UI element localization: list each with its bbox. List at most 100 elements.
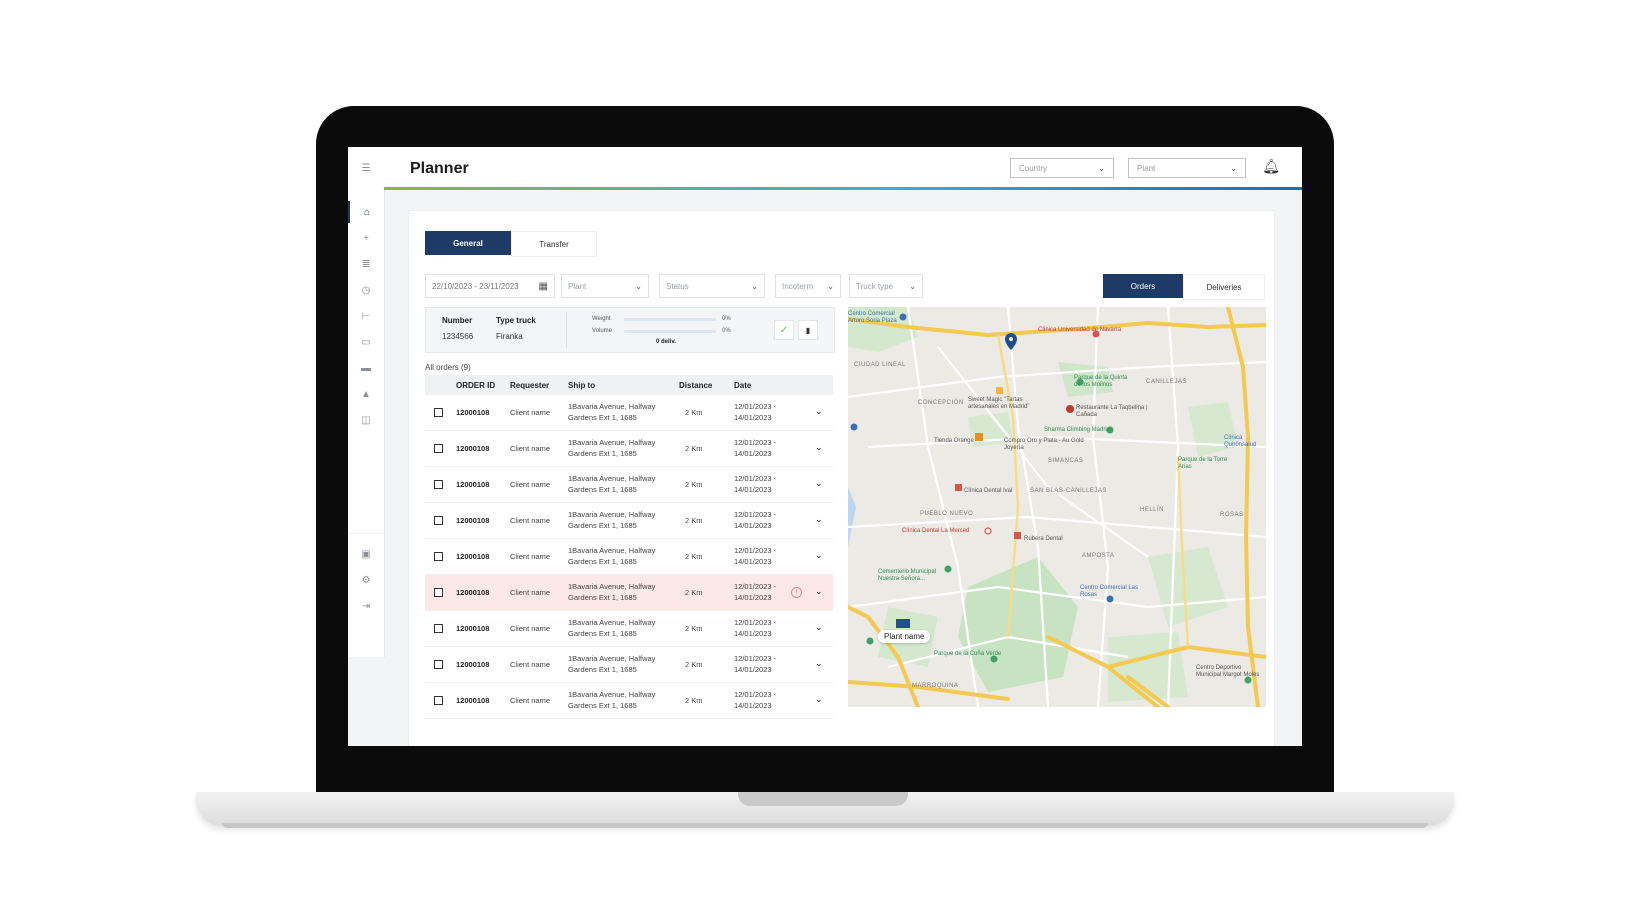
document-icon[interactable]: ▭ <box>348 331 384 353</box>
date-cell: 12/01/2023 - 14/01/2023 <box>734 654 777 674</box>
plant-select[interactable]: Plant ⌄ <box>1128 158 1246 178</box>
chevron-down-icon[interactable]: ⌄ <box>815 406 823 417</box>
order-id-cell: 12000108 <box>456 516 490 525</box>
map-label-rubera: Rubera Dental <box>1024 536 1063 542</box>
row-checkbox[interactable] <box>434 516 443 525</box>
status-filter[interactable]: Status ⌄ <box>659 274 765 298</box>
requester-cell: Client name <box>510 552 551 561</box>
truck-type-value: Firanka <box>496 332 523 341</box>
requester-cell: Client name <box>510 660 551 669</box>
country-select[interactable]: Country ⌄ <box>1010 158 1114 178</box>
col-distance[interactable]: Distance <box>679 381 712 390</box>
map-view[interactable]: CIUDAD LINEAL CONCEPCIÓN CANILLEJAS SIMA… <box>848 307 1266 707</box>
map-label-centro-comercial: Centro Comercial Las Rosas <box>1080 585 1139 598</box>
plant-select-placeholder: Plant <box>1137 163 1156 173</box>
country-select-placeholder: Country <box>1019 163 1048 173</box>
chevron-down-icon: ⌄ <box>1230 163 1237 173</box>
tab-transfer[interactable]: Transfer <box>511 231 597 257</box>
deliveries-toggle[interactable]: Deliveries <box>1183 274 1265 300</box>
ship-to-cell: 1Bavaria Avenue, Halfway Gardens Ext 1, … <box>568 618 656 638</box>
header-accent-bar <box>384 187 1302 190</box>
reports-icon[interactable]: ▣ <box>348 543 384 565</box>
map-label-parque-canto: Parque de la Cuña Verde <box>934 651 1002 657</box>
chevron-down-icon: ⌄ <box>751 281 758 291</box>
date-cell: 12/01/2023 - 14/01/2023 <box>734 546 777 566</box>
table-row[interactable]: 12000108 Client name 1Bavaria Avenue, Half… <box>425 539 833 575</box>
truck-icon[interactable]: ▬ <box>348 357 384 379</box>
table-row[interactable]: 12000108 Client name 1Bavaria Avenue, Half… <box>425 683 833 719</box>
tab-general[interactable]: General <box>425 231 511 255</box>
date-range-picker[interactable]: 22/10/2023 - 23/11/2023 ▦ <box>425 274 555 298</box>
row-checkbox[interactable] <box>434 696 443 705</box>
table-row[interactable]: 12000108 Client name 1Bavaria Avenue, Half… <box>425 395 833 431</box>
chevron-down-icon[interactable]: ⌄ <box>815 514 823 525</box>
row-checkbox[interactable] <box>434 660 443 669</box>
col-date[interactable]: Date <box>734 381 751 390</box>
app-screen: ☰ ⌂ + ≣ ◷ ⊢ ▭ ▬ ▲ ◫ ▣ ⚙ ⇥ Planner Countr… <box>348 147 1302 746</box>
plant-marker-label[interactable]: Plant name <box>878 630 931 643</box>
ship-to-cell: 1Bavaria Avenue, Halfway Gardens Ext 1, … <box>568 654 656 674</box>
col-order-id[interactable]: ORDER ID <box>456 381 495 390</box>
chevron-down-icon[interactable]: ⌄ <box>815 622 823 633</box>
chevron-down-icon[interactable]: ⌄ <box>815 478 823 489</box>
table-row[interactable]: 12000108 Client name 1Bavaria Avenue, Half… <box>425 431 833 467</box>
laptop-foot <box>222 823 1428 828</box>
chevron-down-icon: ⌄ <box>909 281 916 291</box>
ship-to-cell: 1Bavaria Avenue, Halfway Gardens Ext 1, … <box>568 510 656 530</box>
status-filter-label: Status <box>666 281 689 291</box>
plant-filter[interactable]: Plant ⌄ <box>561 274 649 298</box>
laptop-notch <box>738 792 908 806</box>
table-row[interactable]: 12000108 Client name 1Bavaria Avenue, Half… <box>425 467 833 503</box>
map-label-centro-arturo: Centro Comercial Arturo Soria Plaza <box>848 311 897 324</box>
menu-icon[interactable]: ☰ <box>348 157 384 179</box>
distance-cell: 2 Km <box>685 444 703 453</box>
plant-filter-label: Plant <box>568 281 587 291</box>
table-row[interactable]: 12000108 Client name 1Bavaria Avenue, Half… <box>425 611 833 647</box>
map-label-sweet-magic: Sweet Magic "Tartas artesanales en Madri… <box>968 397 1030 410</box>
map-label-concepcion: CONCEPCIÓN <box>918 400 964 406</box>
col-requester[interactable]: Requester <box>510 381 549 390</box>
list-icon[interactable]: ≣ <box>348 253 384 275</box>
truck-type-filter[interactable]: Truck type ⌄ <box>849 274 923 298</box>
table-row[interactable]: 12000108 Client name 1Bavaria Avenue, Half… <box>425 503 833 539</box>
chevron-down-icon[interactable]: ⌄ <box>815 586 823 597</box>
laptop-base <box>196 792 1454 826</box>
gear-icon[interactable]: ⚙ <box>348 569 384 591</box>
route-icon[interactable]: ⊢ <box>348 305 384 327</box>
chevron-down-icon[interactable]: ⌄ <box>815 550 823 561</box>
confirm-icon[interactable]: ✓ <box>774 320 794 340</box>
orders-table: ORDER ID Requester Ship to Distance Date… <box>425 375 833 719</box>
row-checkbox[interactable] <box>434 552 443 561</box>
chat-icon[interactable]: ◫ <box>348 409 384 431</box>
distance-cell: 2 Km <box>685 624 703 633</box>
chevron-down-icon[interactable]: ⌄ <box>815 442 823 453</box>
table-row[interactable]: 12000108 Client name 1Bavaria Avenue, Half… <box>425 647 833 683</box>
requester-cell: Client name <box>510 480 551 489</box>
table-row[interactable]: 12000108 Client name 1Bavaria Avenue, Half… <box>425 575 833 611</box>
row-checkbox[interactable] <box>434 588 443 597</box>
plus-icon[interactable]: + <box>348 227 384 249</box>
trash-icon[interactable]: ▮ <box>798 320 818 340</box>
clock-icon[interactable]: ◷ <box>348 279 384 301</box>
warehouse-icon[interactable]: ▲ <box>348 383 384 405</box>
col-ship-to[interactable]: Ship to <box>568 381 595 390</box>
date-range-value: 22/10/2023 - 23/11/2023 <box>432 281 519 291</box>
row-checkbox[interactable] <box>434 480 443 489</box>
date-cell: 12/01/2023 - 14/01/2023 <box>734 474 777 494</box>
orders-toggle[interactable]: Orders <box>1103 274 1183 298</box>
row-checkbox[interactable] <box>434 408 443 417</box>
row-checkbox[interactable] <box>434 624 443 633</box>
map-label-hellin: HELLÍN <box>1140 507 1165 513</box>
chevron-down-icon: ⌄ <box>635 281 642 291</box>
home-icon[interactable]: ⌂ <box>348 201 384 223</box>
incoterm-filter[interactable]: Incoterm ⌄ <box>775 274 841 298</box>
row-checkbox[interactable] <box>434 444 443 453</box>
requester-cell: Client name <box>510 516 551 525</box>
chevron-down-icon[interactable]: ⌄ <box>815 694 823 705</box>
chevron-down-icon[interactable]: ⌄ <box>815 658 823 669</box>
logout-icon[interactable]: ⇥ <box>348 595 384 617</box>
map-label-simancas: SIMANCAS <box>1048 458 1084 464</box>
bell-icon[interactable]: 🔔︎ <box>1262 158 1280 175</box>
map-label-sharma: Sharma Climbing Madrid <box>1044 427 1111 433</box>
order-id-cell: 12000108 <box>456 624 490 633</box>
